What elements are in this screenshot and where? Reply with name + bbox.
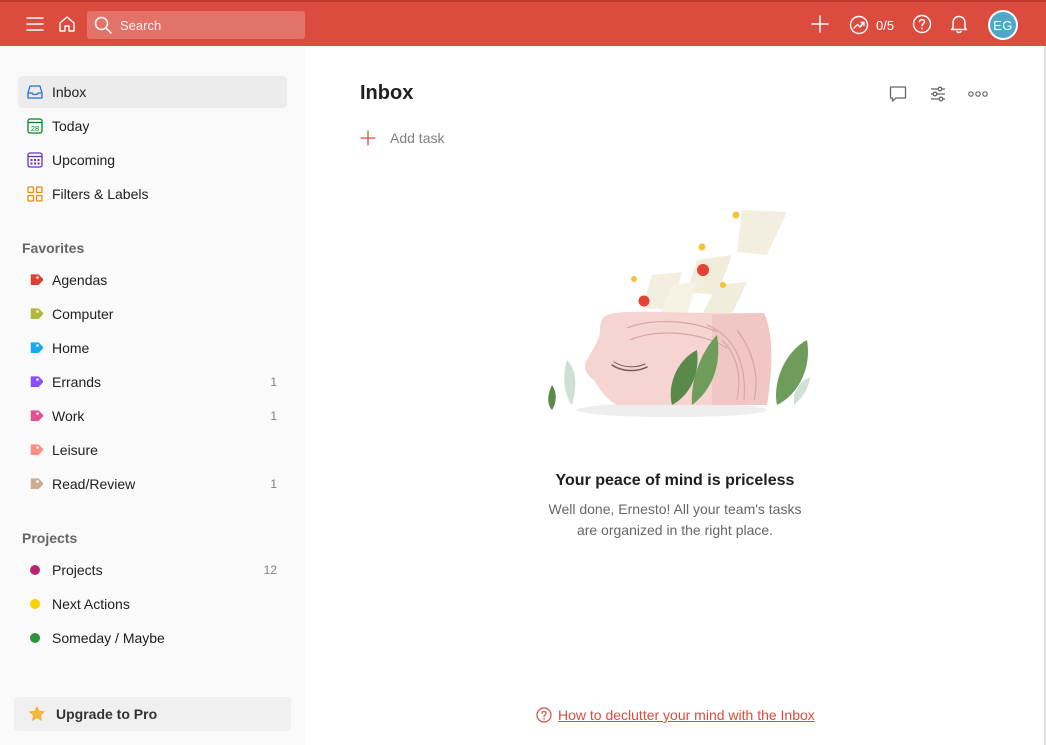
empty-state-illustration xyxy=(532,200,822,440)
sidebar-item-leisure[interactable]: Leisure xyxy=(18,434,287,466)
help-link-label[interactable]: How to declutter your mind with the Inbo… xyxy=(558,707,815,723)
label-tag-icon xyxy=(18,272,52,288)
quick-add-plus-icon[interactable] xyxy=(808,12,832,36)
more-icon[interactable] xyxy=(966,82,990,106)
sidebar-item-label: Projects xyxy=(52,562,103,578)
search-icon xyxy=(94,16,112,34)
comment-icon[interactable] xyxy=(886,82,910,106)
sidebar-item-upcoming[interactable]: Upcoming xyxy=(18,144,287,176)
add-task-label: Add task xyxy=(390,130,445,146)
search-input[interactable] xyxy=(120,17,290,33)
sidebar-item-work[interactable]: Work 1 xyxy=(18,400,287,432)
sidebar-item-label: Today xyxy=(52,118,90,134)
add-task-button[interactable]: Add task xyxy=(360,127,444,149)
sidebar-item-next-actions[interactable]: Next Actions xyxy=(18,588,287,620)
sidebar-item-label: Agendas xyxy=(52,272,108,288)
bell-icon[interactable] xyxy=(947,12,971,36)
productivity-icon xyxy=(849,15,869,35)
sidebar-item-inbox[interactable]: Inbox xyxy=(18,76,287,108)
sidebar-item-label: Work xyxy=(52,408,85,424)
avatar[interactable]: EG xyxy=(988,10,1018,40)
sidebar-item-today[interactable]: 28 Today xyxy=(18,110,287,142)
project-dot-icon xyxy=(18,598,52,610)
help-icon[interactable] xyxy=(910,12,934,36)
label-tag-icon xyxy=(18,408,52,424)
favorites-heading[interactable]: Favorites xyxy=(22,240,84,256)
sidebar-item-label: Next Actions xyxy=(52,596,130,612)
item-count: 12 xyxy=(263,563,277,577)
sidebar-item-label: Read/Review xyxy=(52,476,136,492)
empty-state-title: Your peace of mind is priceless xyxy=(555,472,795,489)
avatar-initials: EG xyxy=(990,12,1016,38)
project-dot-icon xyxy=(18,564,52,576)
home-icon[interactable] xyxy=(55,12,79,36)
label-tag-icon xyxy=(18,340,52,356)
help-circle-icon xyxy=(536,707,552,723)
today-day-number: 28 xyxy=(31,124,39,133)
productivity-button[interactable]: 0/5 xyxy=(849,13,894,37)
sidebar-item-read-review[interactable]: Read/Review 1 xyxy=(18,468,287,500)
top-bar: 0/5 EG xyxy=(0,0,1046,46)
sidebar-item-label: Inbox xyxy=(52,84,87,100)
item-count: 1 xyxy=(270,375,277,389)
empty-state-description: Well done, Ernesto! All your team's task… xyxy=(548,501,802,538)
view-options-icon[interactable] xyxy=(926,82,950,106)
sidebar-item-someday-maybe[interactable]: Someday / Maybe xyxy=(18,622,287,654)
calendar-today-icon: 28 xyxy=(18,117,52,135)
filters-labels-icon xyxy=(18,185,52,203)
sidebar-item-label: Upcoming xyxy=(52,152,116,168)
menu-icon[interactable] xyxy=(23,12,47,36)
sidebar-item-label: Home xyxy=(52,340,90,356)
sidebar-item-home[interactable]: Home xyxy=(18,332,287,364)
plus-icon xyxy=(360,130,376,146)
karma-count: 0/5 xyxy=(876,17,895,33)
star-icon xyxy=(28,705,46,723)
sidebar-item-label: Filters & Labels xyxy=(52,186,149,202)
sidebar-item-errands[interactable]: Errands 1 xyxy=(18,366,287,398)
inbox-icon xyxy=(18,83,52,101)
item-count: 1 xyxy=(270,409,277,423)
upgrade-label: Upgrade to Pro xyxy=(56,706,158,722)
calendar-upcoming-icon xyxy=(18,151,52,169)
search-bar[interactable] xyxy=(87,11,305,39)
help-link[interactable]: How to declutter your mind with the Inbo… xyxy=(536,706,815,724)
projects-heading[interactable]: Projects xyxy=(22,530,77,546)
label-tag-icon xyxy=(18,374,52,390)
sidebar-item-label: Someday / Maybe xyxy=(52,630,165,646)
sidebar-item-filters-labels[interactable]: Filters & Labels xyxy=(18,178,287,210)
sidebar-item-agendas[interactable]: Agendas xyxy=(18,264,287,296)
project-dot-icon xyxy=(18,632,52,644)
sidebar: Inbox 28 Today Upcoming Filters & Labels… xyxy=(0,46,305,745)
item-count: 1 xyxy=(270,477,277,491)
sidebar-item-projects[interactable]: Projects 12 xyxy=(18,554,287,586)
label-tag-icon xyxy=(18,306,52,322)
sidebar-item-computer[interactable]: Computer xyxy=(18,298,287,330)
sidebar-item-label: Errands xyxy=(52,374,102,390)
label-tag-icon xyxy=(18,476,52,492)
page-title: Inbox xyxy=(360,82,414,104)
upgrade-to-pro-button[interactable]: Upgrade to Pro xyxy=(14,697,291,731)
label-tag-icon xyxy=(18,442,52,458)
sidebar-item-label: Leisure xyxy=(52,442,98,458)
sidebar-item-label: Computer xyxy=(52,306,114,322)
